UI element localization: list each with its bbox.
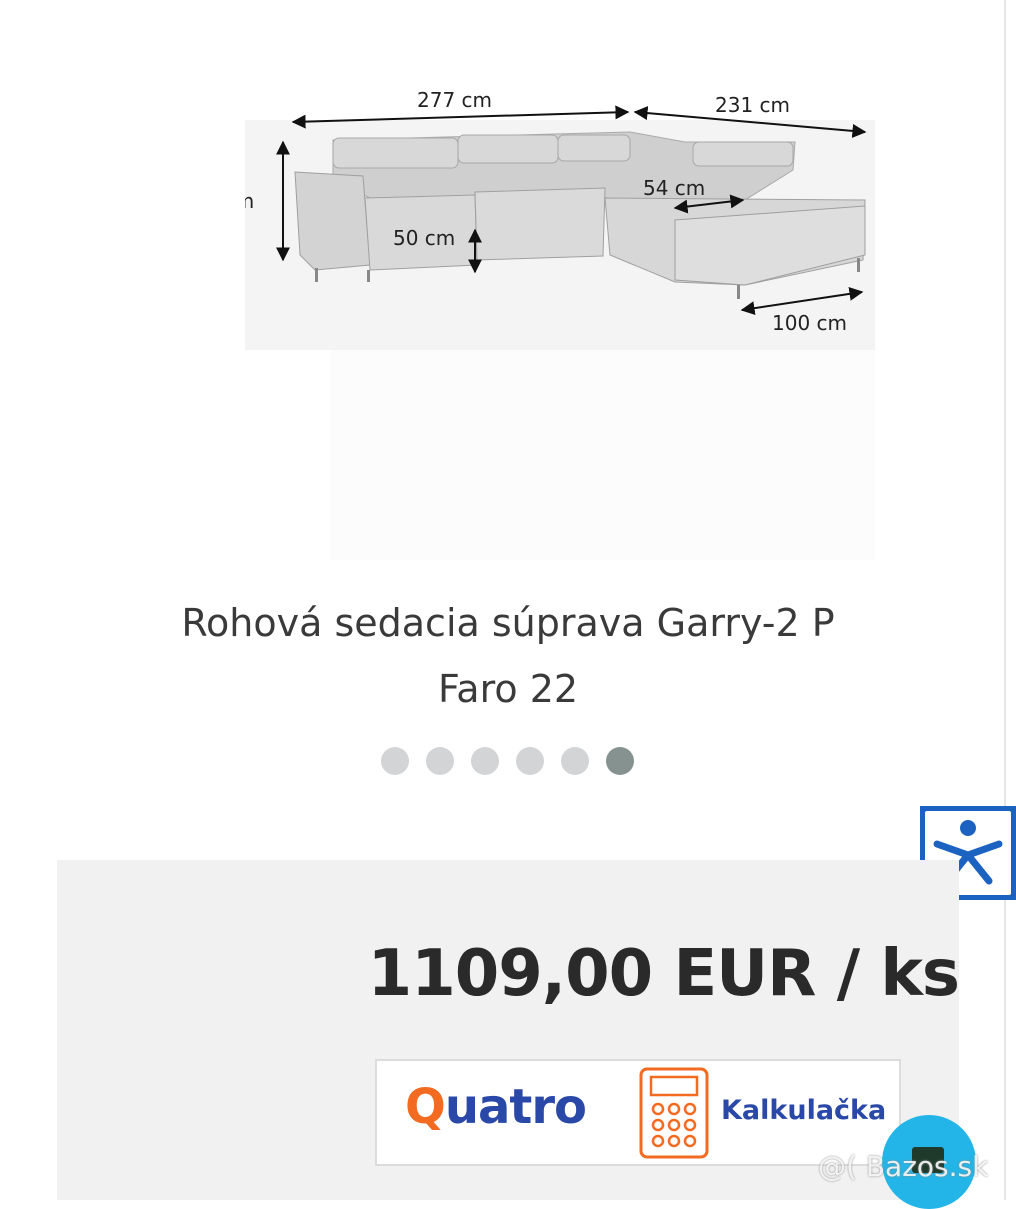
watermark: @( Bazos.sk	[818, 1150, 989, 1183]
calculator-label: Kalkulačka	[721, 1095, 887, 1126]
carousel-dot-5[interactable]	[561, 747, 589, 775]
carousel-dot-6-active[interactable]	[606, 747, 634, 775]
calculator-icon	[639, 1067, 709, 1159]
sofa-dimensions-drawing: 277 cm 231 cm 82/100 cm 50 cm 54 cm 100 …	[147, 88, 875, 560]
dimension-width-side: 231 cm	[715, 93, 790, 117]
price-label: 1109,00 EUR / ks	[367, 937, 960, 1011]
dimension-seat-height: 50 cm	[393, 226, 455, 250]
product-title-line1: Rohová sedacia súprava Garry-2 P	[181, 601, 835, 645]
dimension-chaise-depth: 100 cm	[772, 311, 847, 335]
dimension-width-total: 277 cm	[417, 88, 492, 112]
carousel-dot-1[interactable]	[381, 747, 409, 775]
product-image[interactable]: 277 cm 231 cm 82/100 cm 50 cm 54 cm 100 …	[147, 80, 885, 560]
product-title: Rohová sedacia súprava Garry-2 P Faro 22	[60, 590, 956, 722]
product-title-line2: Faro 22	[437, 667, 579, 711]
dimension-seat-depth: 54 cm	[643, 176, 705, 200]
carousel-dot-2[interactable]	[426, 747, 454, 775]
carousel-pagination	[381, 747, 634, 775]
carousel-dot-4[interactable]	[516, 747, 544, 775]
scrollbar-track[interactable]	[1004, 0, 1006, 1200]
carousel-dot-3[interactable]	[471, 747, 499, 775]
quatro-logo: Quatro	[405, 1079, 587, 1135]
dimension-height: 82/100 cm	[245, 189, 254, 213]
